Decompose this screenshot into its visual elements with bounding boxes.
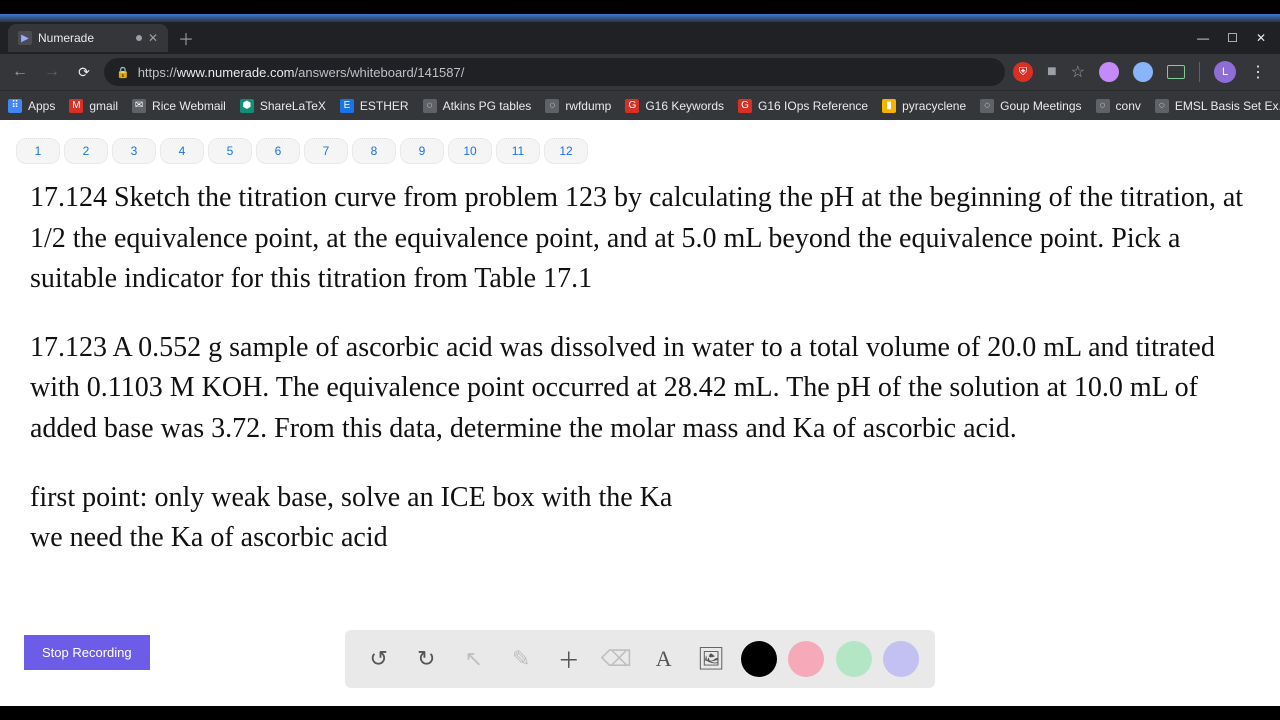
bookmark-icon: ◌ [980,99,994,113]
page-number[interactable]: 5 [208,138,252,164]
bookmark-icon: ⬢ [240,99,254,113]
window-maximize-button[interactable]: ☐ [1227,31,1238,45]
bookmark-item[interactable]: ◌ rwfdump [545,99,611,113]
tab-favicon: ▶ [18,31,32,45]
page-number-strip: 123456789101112 [0,120,1280,168]
bookmark-item[interactable]: ◌ EMSL Basis Set Ex... [1155,99,1280,113]
tab-bar: ▶ Numerade ✕ ＋ — ☐ ✕ [0,22,1280,54]
problem-17-123: 17.123 A 0.552 g sample of ascorbic acid… [30,328,1266,450]
eraser-tool[interactable]: ⌫ [598,641,634,677]
bookmark-item[interactable]: Mgmail [69,99,118,113]
bookmark-label: conv [1116,99,1141,113]
bookmark-icon: ✉ [132,99,146,113]
bookmark-label: G16 IOps Reference [758,99,868,113]
url-input[interactable]: 🔒 https://www.numerade.com/answers/white… [104,58,1005,86]
url-scheme: https:// [138,65,177,80]
whiteboard-toolbar: ↺ ↻ ↖ ✎ ＋ ⌫ A 🖼 [345,630,935,688]
browser-tab[interactable]: ▶ Numerade ✕ [8,24,168,52]
bookmark-label: ESTHER [360,99,409,113]
bookmark-item[interactable]: ⬢ ShareLaTeX [240,99,326,113]
video-icon[interactable]: ■ [1047,63,1057,81]
page-number[interactable]: 8 [352,138,396,164]
bookmark-label: gmail [89,99,118,113]
color-purple[interactable] [883,641,919,677]
notes-block: first point: only weak base, solve an IC… [30,478,1266,559]
bookmark-label: pyracyclene [902,99,966,113]
bookmark-item[interactable]: ▮ pyracyclene [882,99,966,113]
bookmark-icon: ◌ [423,99,437,113]
bookmark-item[interactable]: ⠿ Apps [8,99,55,113]
bookmark-item[interactable]: ◌ conv [1096,99,1141,113]
bookmark-label: Rice Webmail [152,99,226,113]
bookmark-icon: ◌ [545,99,559,113]
color-pink[interactable] [788,641,824,677]
bookmarks-bar: ⠿ Apps Mgmail ✉ Rice Webmail ⬢ ShareLaTeX E ESTH… [0,90,1280,120]
redo-button[interactable]: ↻ [408,641,444,677]
browser-menu-icon[interactable]: ⋮ [1250,62,1266,82]
image-tool[interactable]: 🖼 [693,641,729,677]
lock-icon: 🔒 [116,66,130,79]
page-number[interactable]: 4 [160,138,204,164]
bookmark-item[interactable]: E ESTHER [340,99,409,113]
bookmark-icon: G [738,99,752,113]
page-number[interactable]: 1 [16,138,60,164]
cast-icon[interactable] [1167,65,1185,79]
bookmark-label: Goup Meetings [1000,99,1081,113]
bookmark-label: Apps [28,99,55,113]
profile-avatar[interactable]: L [1214,61,1236,83]
color-green[interactable] [836,641,872,677]
bookmark-icon: ▮ [882,99,896,113]
page-number[interactable]: 10 [448,138,492,164]
page-content: 123456789101112 17.124 Sketch the titrat… [0,120,1280,706]
bookmark-label: ShareLaTeX [260,99,326,113]
close-tab-icon[interactable]: ✕ [148,31,158,45]
stop-recording-button[interactable]: Stop Recording [24,635,150,670]
bookmark-icon: E [340,99,354,113]
bookmark-item[interactable]: G G16 Keywords [625,99,724,113]
bookmark-icon: ⠿ [8,99,22,113]
bookmark-item[interactable]: ◌ Goup Meetings [980,99,1081,113]
pen-tool[interactable]: ✎ [503,641,539,677]
bookmark-icon: ◌ [1096,99,1110,113]
undo-button[interactable]: ↺ [361,641,397,677]
page-number[interactable]: 2 [64,138,108,164]
extension-icon[interactable]: ⛨ [1013,62,1033,82]
tab-unsaved-indicator [136,35,142,41]
window-close-button[interactable]: ✕ [1256,31,1266,45]
pointer-tool[interactable]: ↖ [456,641,492,677]
bookmark-icon: G [625,99,639,113]
bookmark-label: G16 Keywords [645,99,724,113]
back-button[interactable]: ← [8,63,32,81]
text-tool[interactable]: A [646,641,682,677]
forward-button[interactable]: → [40,63,64,81]
bookmark-icon: ◌ [1155,99,1169,113]
reload-button[interactable]: ⟳ [72,64,96,81]
extension-avatar-2[interactable] [1133,62,1153,82]
page-number[interactable]: 9 [400,138,444,164]
window-minimize-button[interactable]: — [1197,31,1209,45]
address-bar: ← → ⟳ 🔒 https://www.numerade.com/answers… [0,54,1280,90]
bookmark-label: rwfdump [565,99,611,113]
bookmark-label: Atkins PG tables [443,99,532,113]
extension-avatar-1[interactable] [1099,62,1119,82]
page-number[interactable]: 3 [112,138,156,164]
problem-17-124: 17.124 Sketch the titration curve from p… [30,178,1266,300]
new-tab-button[interactable]: ＋ [178,26,194,50]
bookmark-star-icon[interactable]: ☆ [1071,62,1085,82]
bookmark-label: EMSL Basis Set Ex... [1175,99,1280,113]
url-host: www.numerade.com [177,65,295,80]
url-path: /answers/whiteboard/141587/ [295,65,465,80]
page-number[interactable]: 6 [256,138,300,164]
tab-title: Numerade [38,31,94,45]
bookmark-item[interactable]: ◌ Atkins PG tables [423,99,532,113]
page-number[interactable]: 7 [304,138,348,164]
bookmark-item[interactable]: ✉ Rice Webmail [132,99,226,113]
bookmark-icon: M [69,99,83,113]
add-tool[interactable]: ＋ [551,641,587,677]
page-number[interactable]: 12 [544,138,588,164]
page-number[interactable]: 11 [496,138,540,164]
color-black[interactable] [741,641,777,677]
bookmark-item[interactable]: G G16 IOps Reference [738,99,868,113]
